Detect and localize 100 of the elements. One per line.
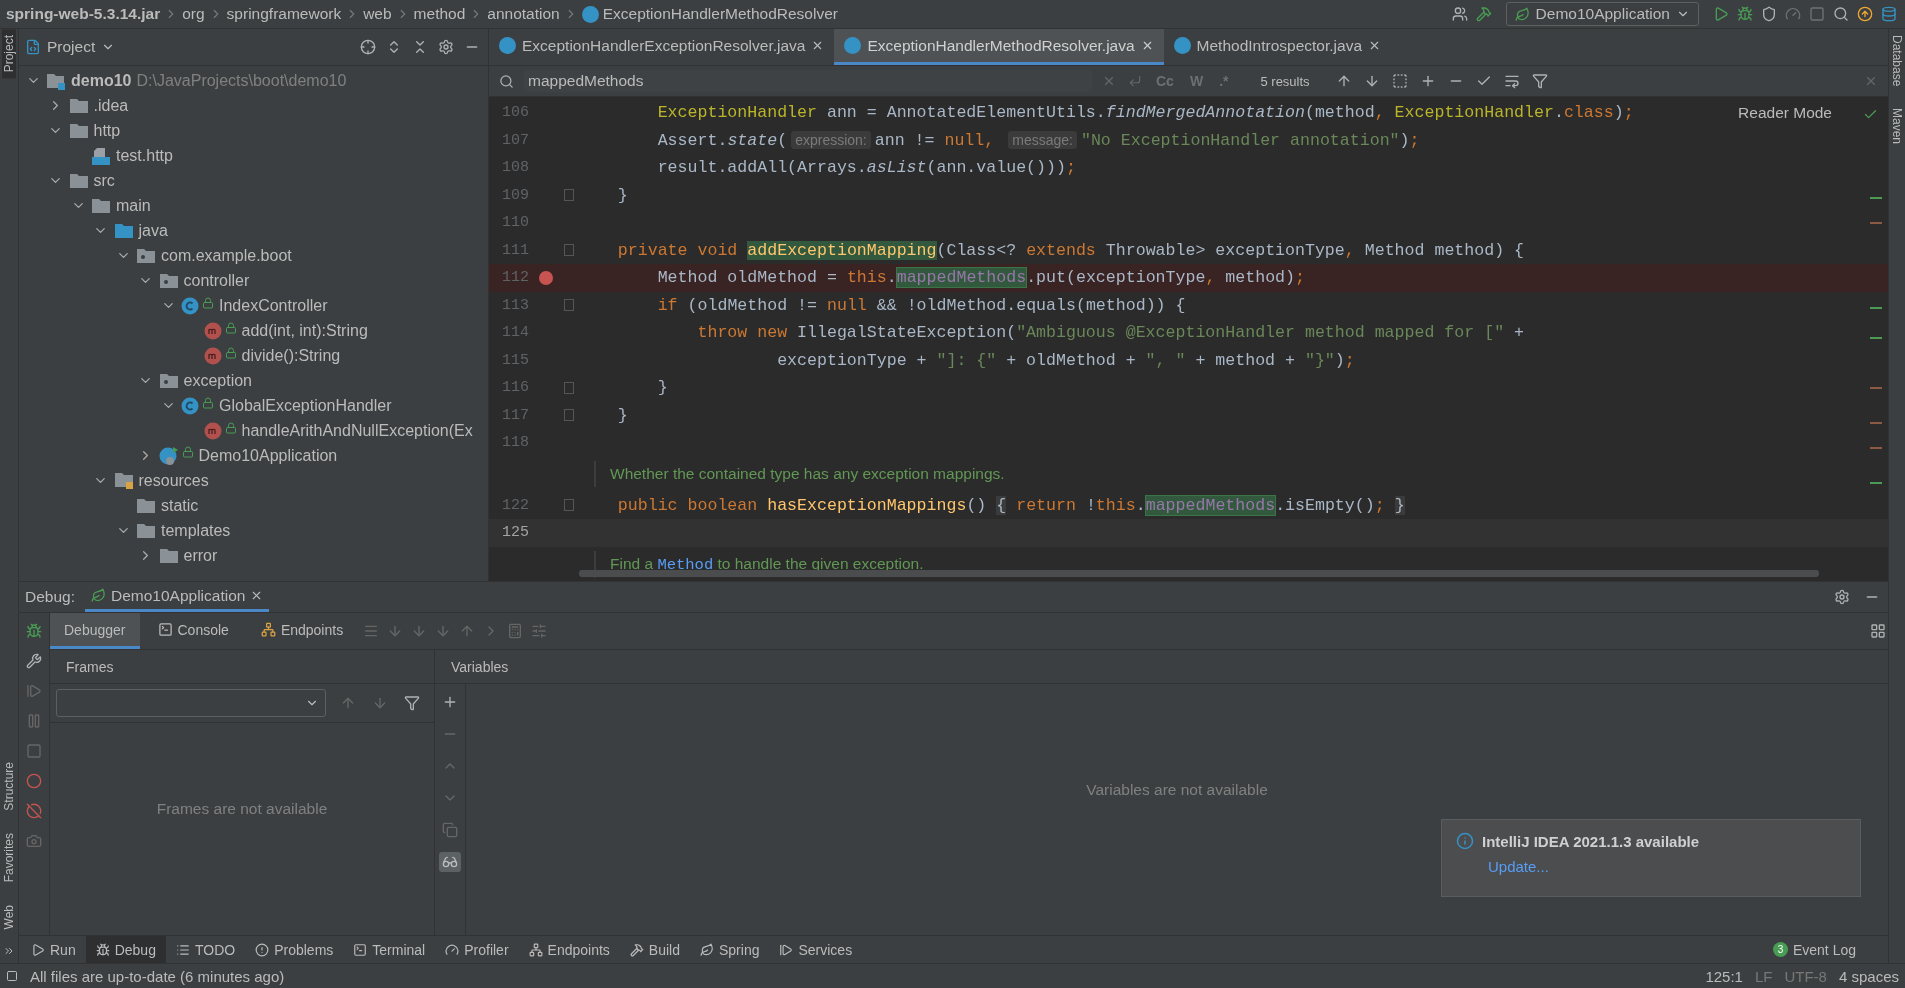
tool-window-button[interactable]: Debug — [85, 936, 166, 963]
layout-icon[interactable] — [1868, 621, 1888, 641]
breakpoint-icon[interactable] — [539, 270, 553, 285]
tree-item[interactable]: IndexController — [219, 296, 328, 315]
tree-item[interactable]: templates — [161, 521, 231, 540]
pane-title: Frames — [50, 650, 434, 684]
run-configuration-dropdown[interactable]: Demo10Application — [1505, 2, 1699, 26]
debug-tab[interactable]: Endpoints — [246, 613, 358, 649]
locate-icon[interactable] — [358, 37, 378, 57]
tree-item[interactable]: .idea — [93, 96, 129, 115]
package-icon — [158, 272, 179, 289]
tree-item[interactable]: resources — [138, 471, 209, 490]
tool-window-tab[interactable]: Favorites — [2, 827, 16, 889]
tree-item[interactable]: static — [161, 496, 199, 515]
tool-window-tab[interactable]: Database — [1890, 29, 1904, 93]
breadcrumb[interactable]: web — [363, 5, 392, 23]
breadcrumb[interactable]: annotation — [487, 5, 560, 23]
resources-folder-icon — [113, 471, 134, 490]
breakpoints-icon[interactable] — [24, 771, 44, 791]
settings-icon[interactable] — [436, 37, 456, 57]
reader-mode-button[interactable]: Reader Mode — [1732, 103, 1838, 123]
scroll-marker — [1870, 222, 1882, 224]
folder-icon — [68, 122, 89, 139]
tool-window-button[interactable]: Terminal — [343, 936, 436, 963]
status-message: All files are up-to-date (6 minutes ago) — [30, 967, 285, 985]
tool-window-button[interactable]: Profiler — [435, 936, 519, 963]
settings-icon[interactable] — [1832, 587, 1852, 607]
class-icon — [844, 37, 862, 54]
tool-window-button[interactable]: Endpoints — [518, 936, 620, 963]
mute-breakpoints-icon[interactable] — [24, 801, 44, 821]
breadcrumb[interactable]: org — [182, 5, 205, 23]
status-item[interactable]: 125:1 — [1705, 967, 1743, 985]
tool-window-button[interactable]: Services — [769, 936, 863, 963]
tool-window-button[interactable]: Run — [21, 936, 86, 963]
tree-item[interactable]: src — [93, 171, 115, 190]
editor-tab[interactable]: ExceptionHandlerMethodResolver.java — [834, 29, 1164, 65]
tool-window-button[interactable]: Build — [619, 936, 690, 963]
update-icon[interactable] — [1855, 4, 1875, 24]
line-number: 115 — [501, 351, 529, 369]
tree-item[interactable]: add(int, int):String — [241, 321, 368, 340]
tool-window-tab[interactable]: Maven — [1890, 102, 1904, 151]
project-view-dropdown[interactable]: Project — [25, 38, 116, 56]
event-log-button[interactable]: 3 Event Log — [1766, 940, 1862, 959]
tool-window-tab[interactable]: Project — [2, 29, 16, 79]
debug-tab[interactable]: Console — [143, 613, 243, 649]
package-icon — [136, 247, 156, 264]
update-link[interactable]: Update... — [1488, 858, 1846, 875]
tool-window-button[interactable]: TODO — [165, 936, 246, 963]
copy-icon[interactable] — [440, 820, 460, 840]
tree-item[interactable]: divide():String — [241, 346, 341, 365]
network-icon — [260, 622, 276, 637]
tool-window-tab[interactable]: Structure — [2, 756, 16, 818]
fold-marker-icon[interactable] — [564, 189, 574, 202]
tree-item[interactable]: demo10 — [71, 71, 132, 90]
wrench-icon[interactable] — [24, 651, 44, 671]
tree-item[interactable]: com.example.boot — [161, 246, 292, 265]
filter-icon[interactable] — [402, 693, 422, 713]
fold-marker-icon[interactable] — [564, 381, 574, 394]
tree-item[interactable]: exception — [183, 371, 252, 390]
breadcrumb[interactable]: ExceptionHandlerMethodResolver — [602, 5, 838, 23]
breadcrumb[interactable]: spring-web-5.3.14.jar — [6, 5, 161, 23]
breadcrumb[interactable]: springframework — [226, 5, 342, 23]
fold-marker-icon[interactable] — [564, 244, 574, 257]
tree-item[interactable]: handleArithAndNullException(Ex — [241, 421, 473, 440]
spring-class-icon — [158, 445, 179, 466]
more-icon[interactable] — [3, 945, 15, 957]
tree-item[interactable]: controller — [183, 271, 250, 290]
watches-toggle[interactable] — [439, 852, 461, 872]
tool-window-button[interactable]: Problems — [245, 936, 344, 963]
horizontal-scrollbar[interactable] — [579, 570, 1819, 577]
tree-item[interactable]: http — [93, 121, 121, 140]
tree-item[interactable]: error — [183, 546, 218, 565]
fold-marker-icon[interactable] — [564, 299, 574, 312]
folder-icon — [91, 197, 111, 214]
scroll-marker — [1870, 337, 1882, 339]
tool-window-tab[interactable]: Web — [2, 898, 16, 935]
fold-marker-icon[interactable] — [564, 409, 574, 422]
tree-item[interactable]: GlobalExceptionHandler — [219, 396, 392, 415]
fold-marker-icon[interactable] — [564, 499, 574, 512]
line-number: 108 — [501, 159, 529, 177]
project-icon — [25, 39, 41, 55]
status-item[interactable]: 4 spaces — [1838, 967, 1899, 985]
code-line: result.addAll(Arrays.asList(ann.value())); — [656, 158, 1076, 178]
code-line: private void addExceptionMapping(Class<? extends Throwable> exceptionType, Method method) { — [616, 240, 1525, 260]
info-icon — [1456, 832, 1474, 850]
tool-window-button[interactable]: Spring — [690, 936, 770, 963]
tree-item[interactable]: Demo10Application — [198, 446, 338, 465]
tree-item[interactable]: java — [138, 221, 168, 240]
folder-icon — [158, 547, 179, 564]
folder-icon — [68, 172, 89, 189]
line-number: 114 — [501, 324, 529, 342]
folder-icon — [136, 522, 156, 539]
debug-tab[interactable]: Debugger — [50, 613, 140, 649]
tree-item[interactable]: test.http — [116, 146, 173, 165]
scroll-marker — [1870, 422, 1882, 424]
breadcrumb[interactable]: method — [413, 5, 466, 23]
close-icon[interactable] — [1368, 39, 1381, 52]
class-icon — [181, 396, 199, 415]
tree-item[interactable]: main — [116, 196, 151, 215]
line-number: 118 — [501, 434, 529, 452]
